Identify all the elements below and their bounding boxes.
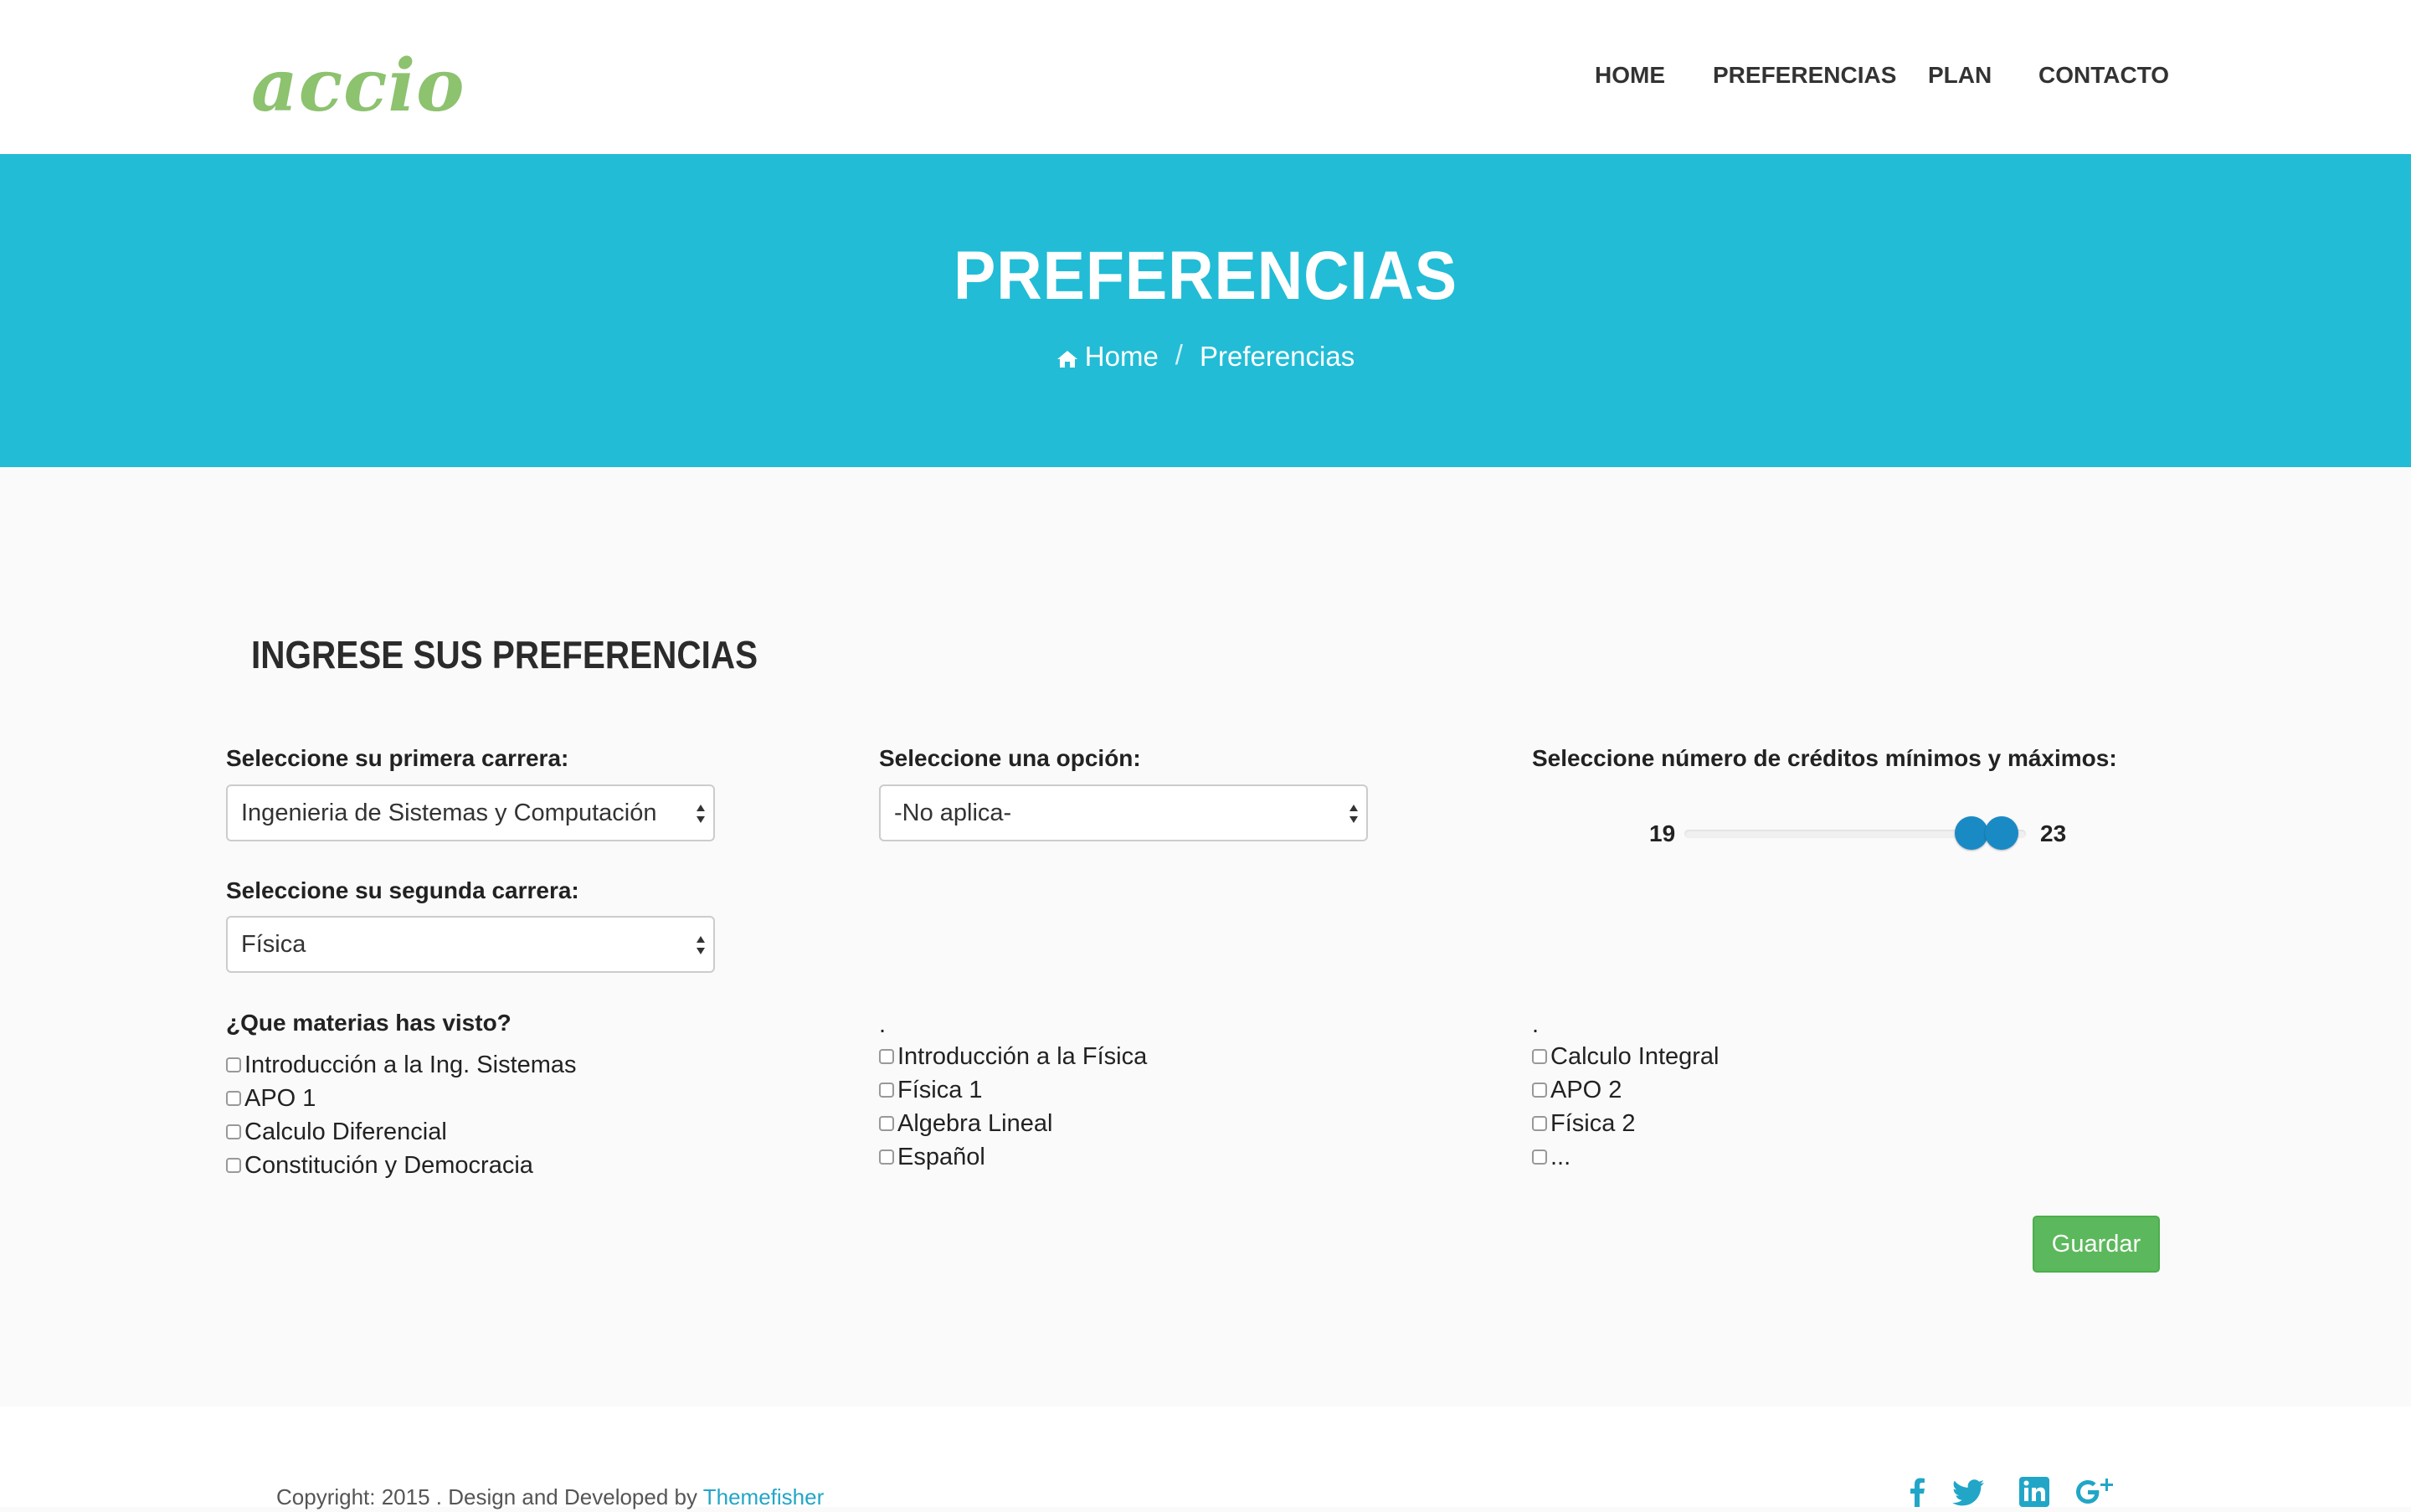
subject-item[interactable]: Constitución y Democracia [226, 1149, 577, 1182]
breadcrumb-home-link[interactable]: Home [1056, 338, 1159, 375]
select-arrows-icon [1349, 805, 1358, 823]
nav-item-home[interactable]: HOME [1595, 59, 1665, 92]
navbar: accio HOME PREFERENCIAS PLAN CONTACTO [0, 0, 2411, 154]
subject-label: Español [897, 1144, 985, 1170]
subject-item[interactable]: Calculo Diferencial [226, 1115, 577, 1149]
subject-label: Introducción a la Ing. Sistemas [244, 1052, 577, 1078]
subject-item[interactable]: ... [1532, 1140, 1720, 1174]
primary-career-value: Ingenieria de Sistemas y Computación [241, 800, 657, 826]
nav-item-contacto[interactable]: CONTACTO [2038, 59, 2169, 92]
subject-checkbox[interactable] [226, 1091, 241, 1106]
option-select[interactable]: -No aplica- [879, 784, 1368, 841]
subject-label: ... [1550, 1144, 1571, 1170]
google-plus-icon[interactable] [2074, 1473, 2116, 1510]
credits-max-value: 23 [2040, 820, 2067, 846]
home-icon [1056, 350, 1077, 368]
themefisher-link[interactable]: Themefisher [703, 1484, 825, 1509]
facebook-icon[interactable] [1899, 1473, 1935, 1510]
subject-checkbox[interactable] [879, 1083, 894, 1098]
subjects-list-col2: Introducción a la Física Física 1 Algebr… [879, 1040, 1147, 1174]
subject-label: Algebra Lineal [897, 1110, 1053, 1137]
nav-item-plan[interactable]: PLAN [1928, 59, 1992, 92]
subject-checkbox[interactable] [1532, 1149, 1547, 1165]
subject-checkbox[interactable] [226, 1158, 241, 1173]
subject-item[interactable]: APO 2 [1532, 1073, 1720, 1107]
save-button[interactable]: Guardar [2033, 1216, 2160, 1273]
subjects-column-marker: . [879, 1011, 887, 1038]
subject-label: Calculo Diferencial [244, 1119, 447, 1145]
subject-checkbox[interactable] [1532, 1083, 1547, 1098]
footer: Copyright: 2015 . Design and Developed b… [0, 1407, 2411, 1510]
credits-slider-max-handle[interactable] [1985, 816, 2019, 850]
breadcrumb: Home / Preferencias [0, 337, 2411, 375]
copyright-text: Copyright: 2015 . Design and Developed b… [276, 1484, 703, 1509]
subject-label: Constitución y Democracia [244, 1152, 533, 1179]
breadcrumb-separator: / [1175, 339, 1183, 370]
subject-label: Calculo Integral [1550, 1043, 1720, 1070]
subjects-list-col3: Calculo Integral APO 2 Física 2 ... [1532, 1040, 1720, 1174]
subject-item[interactable]: Introducción a la Ing. Sistemas [226, 1048, 577, 1082]
page-header-banner: PREFERENCIAS Home / Preferencias [0, 154, 2411, 467]
subject-item[interactable]: Calculo Integral [1532, 1040, 1720, 1073]
page-title: PREFERENCIAS [953, 238, 1458, 314]
subject-checkbox[interactable] [226, 1124, 241, 1139]
select-arrows-icon [697, 936, 705, 954]
second-career-select[interactable]: Física [226, 916, 715, 973]
subject-checkbox[interactable] [879, 1116, 894, 1131]
primary-career-label: Seleccione su primera carrera: [226, 745, 569, 771]
option-label: Seleccione una opción: [879, 745, 1141, 771]
subject-label: APO 2 [1550, 1077, 1622, 1103]
subject-item[interactable]: Introducción a la Física [879, 1040, 1147, 1073]
subject-label: Física 2 [1550, 1110, 1636, 1137]
logo[interactable]: accio [251, 40, 465, 132]
subject-label: Física 1 [897, 1077, 983, 1103]
breadcrumb-home-label: Home [1084, 341, 1159, 373]
twitter-icon[interactable] [1951, 1473, 1987, 1510]
subject-item[interactable]: APO 1 [226, 1082, 577, 1115]
primary-career-select[interactable]: Ingenieria de Sistemas y Computación [226, 784, 715, 841]
subject-item[interactable]: Física 1 [879, 1073, 1147, 1107]
breadcrumb-current: Preferencias [1199, 341, 1355, 373]
subject-checkbox[interactable] [226, 1057, 241, 1072]
subjects-column-marker: . [1532, 1011, 1540, 1038]
subject-label: Introducción a la Física [897, 1043, 1148, 1070]
second-career-value: Física [241, 931, 306, 958]
option-value: -No aplica- [894, 800, 1012, 826]
subject-checkbox[interactable] [879, 1049, 894, 1064]
credits-slider-min-handle[interactable] [1954, 816, 1988, 850]
subject-checkbox[interactable] [879, 1149, 894, 1165]
credits-min-value: 19 [1649, 820, 1676, 846]
subject-label: APO 1 [244, 1085, 316, 1112]
section-title: INGRESE SUS PREFERENCIAS [251, 633, 758, 676]
select-arrows-icon [697, 805, 705, 823]
subject-item[interactable]: Español [879, 1140, 1147, 1174]
subject-checkbox[interactable] [1532, 1049, 1547, 1064]
subject-checkbox[interactable] [1532, 1116, 1547, 1131]
linkedin-icon[interactable] [2016, 1473, 2053, 1510]
subject-item[interactable]: Algebra Lineal [879, 1107, 1147, 1140]
copyright: Copyright: 2015 . Design and Developed b… [276, 1482, 824, 1512]
nav-item-preferencias[interactable]: PREFERENCIAS [1713, 59, 1896, 92]
second-career-label: Seleccione su segunda carrera: [226, 877, 579, 903]
subject-item[interactable]: Física 2 [1532, 1107, 1720, 1140]
subjects-list-col1: Introducción a la Ing. Sistemas APO 1 Ca… [226, 1048, 577, 1182]
credits-label: Seleccione número de créditos mínimos y … [1532, 745, 2117, 771]
subjects-label: ¿Que materias has visto? [226, 1010, 512, 1036]
credits-slider[interactable] [1684, 816, 2026, 850]
